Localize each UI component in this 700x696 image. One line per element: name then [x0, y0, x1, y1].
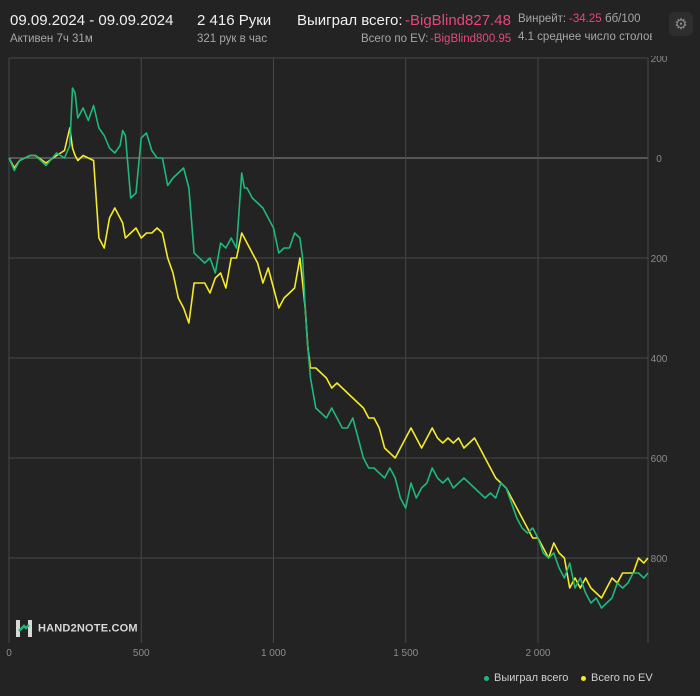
legend-won: Выиграл всего — [484, 672, 568, 684]
ev-value: -BigBlind800.95 — [430, 33, 512, 45]
y-tick-label: 600 — [651, 454, 668, 465]
y-tick-label: 800 — [651, 554, 668, 565]
winrate-value: -34.25 — [569, 13, 602, 25]
hand2note-logo-icon — [16, 620, 32, 637]
series-ev-line — [8, 127, 649, 599]
won-value: -BigBlind827.48 — [405, 12, 511, 29]
x-tick-label: 500 — [133, 648, 150, 659]
y-tick-label: 400 — [651, 354, 668, 365]
winrate-label: Винрейт: — [518, 13, 567, 25]
legend-ev-dot — [581, 675, 586, 681]
y-tick-label: 0 — [656, 154, 662, 165]
series-lines — [8, 87, 649, 609]
won-label: Выиграл всего: — [297, 12, 403, 29]
ev-label: Всего по EV: — [361, 33, 429, 45]
winrate-unit: бб/100 — [605, 13, 641, 25]
avg-tables: 4.1 среднее число столов — [518, 31, 652, 43]
x-tick-label: 1 500 — [393, 648, 418, 659]
hand2note-logo: HAND2NOTE.COM — [16, 620, 138, 637]
stats-header: 09.09.2024 - 09.09.2024 Активен 7ч 31м 2… — [0, 0, 700, 56]
y-axis-ticks: 200 0 200 400 600 800 — [651, 56, 668, 565]
y-tick-label: 200 — [651, 56, 668, 65]
settings-gear-icon[interactable]: ⚙ — [669, 12, 693, 36]
x-tick-label: 1 000 — [261, 648, 286, 659]
profit-graph: 200 0 200 400 600 800 0 500 1 000 1 500 2 000 — [6, 56, 668, 659]
legend-ev-label: Всего по EV — [591, 672, 653, 684]
y-tick-label: 200 — [651, 254, 668, 265]
legend-won-dot — [484, 675, 489, 681]
legend-ev: Всего по EV — [581, 672, 653, 684]
active-time: Активен 7ч 31м — [10, 33, 93, 45]
x-tick-label: 0 — [6, 648, 12, 659]
series-won-line — [8, 87, 649, 609]
x-axis-ticks: 0 500 1 000 1 500 2 000 — [6, 648, 551, 659]
hands-per-hour: 321 рук в час — [197, 33, 268, 45]
hands-count: 2 416 Руки — [197, 12, 272, 29]
legend-won-label: Выиграл всего — [494, 672, 569, 684]
x-tick-label: 2 000 — [525, 648, 550, 659]
hand2note-logo-text: HAND2NOTE.COM — [38, 622, 138, 635]
date-range: 09.09.2024 - 09.09.2024 — [10, 12, 174, 29]
